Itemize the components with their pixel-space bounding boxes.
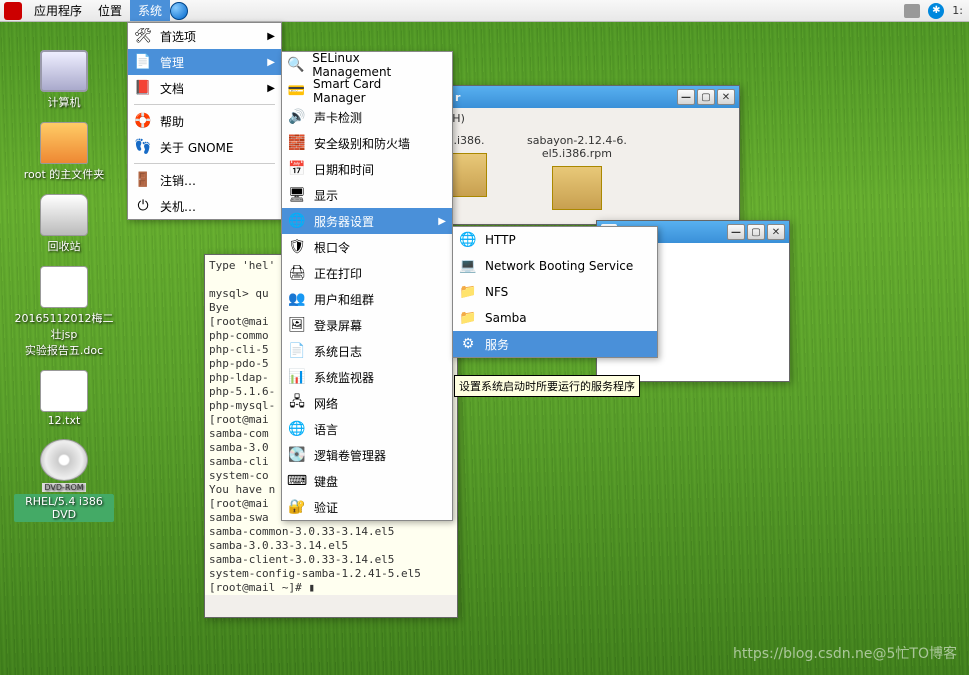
firewall-icon: 🧱 (286, 133, 308, 153)
network-icon: 🖧 (286, 393, 308, 413)
admin-submenu: 🔍SELinux Management 💳Smart Card Manager … (281, 51, 453, 521)
auth-icon: 🔐 (286, 497, 308, 517)
desktop-icon-txt[interactable]: 12.txt (14, 370, 114, 427)
menu-nfs[interactable]: 📁NFS (453, 279, 657, 305)
menu-applications[interactable]: 应用程序 (26, 0, 90, 21)
help-icon: 🛟 (132, 111, 154, 131)
watermark: https://blog.csdn.ne@5忙TO博客 (733, 643, 957, 663)
menu-users-groups[interactable]: 👥用户和组群 (282, 286, 452, 312)
menu-authentication[interactable]: 🔐验证 (282, 494, 452, 520)
prefs-icon: 🛠 (132, 26, 154, 46)
file-browser-titlebar[interactable]: r — ▢ ✕ (431, 86, 739, 108)
desktop-icon-computer[interactable]: 计算机 (14, 50, 114, 110)
log-icon: 📄 (286, 341, 308, 361)
menu-datetime[interactable]: 📅日期和时间 (282, 156, 452, 182)
logout-icon: 🚪 (132, 170, 154, 190)
password-icon: 🛡 (286, 237, 308, 257)
maximize-button[interactable]: ▢ (747, 224, 765, 240)
file-item[interactable]: sabayon-2.12.4-6.el5.i386.rpm (527, 134, 627, 216)
close-button[interactable]: ✕ (717, 89, 735, 105)
system-menu: 🛠首选项▶ 📄管理▶ 📕文档▶ 🛟帮助 👣关于 GNOME 🚪注销… ⏻关机… (127, 22, 282, 220)
menu-system-log[interactable]: 📄系统日志 (282, 338, 452, 364)
menu-places[interactable]: 位置 (90, 0, 130, 21)
power-icon: ⏻ (132, 196, 154, 216)
menu-system-monitor[interactable]: 📊系统监视器 (282, 364, 452, 390)
close-button[interactable]: ✕ (767, 224, 785, 240)
menu-docs[interactable]: 📕文档▶ (128, 75, 281, 101)
menu-server-settings[interactable]: 🌐服务器设置▶ (282, 208, 452, 234)
services-icon: ⚙ (457, 334, 479, 354)
minimize-button[interactable]: — (677, 89, 695, 105)
desktop-icon-home[interactable]: root 的主文件夹 (14, 122, 114, 182)
chevron-right-icon: ▶ (438, 216, 446, 227)
menu-root-password[interactable]: 🛡根口令 (282, 234, 452, 260)
samba-icon: 📁 (457, 308, 479, 328)
desktop-icons: 计算机 root 的主文件夹 回收站 20165112012梅二壮jsp实验报告… (14, 50, 114, 534)
menu-printing[interactable]: 🖨正在打印 (282, 260, 452, 286)
lvm-icon: 💽 (286, 445, 308, 465)
file-menu-help[interactable]: 助(H) (431, 108, 739, 128)
menu-smartcard[interactable]: 💳Smart Card Manager (282, 78, 452, 104)
desktop-icon-trash[interactable]: 回收站 (14, 194, 114, 254)
menu-security[interactable]: 🧱安全级别和防火墙 (282, 130, 452, 156)
clock[interactable]: 1: (952, 4, 963, 17)
printer-icon: 🖨 (286, 263, 308, 283)
desktop-icon-doc[interactable]: 20165112012梅二壮jsp实验报告五.doc (14, 266, 114, 358)
monitor-icon: 📊 (286, 367, 308, 387)
menu-login-screen[interactable]: 🖼登录屏幕 (282, 312, 452, 338)
language-icon: 🌐 (286, 419, 308, 439)
server-settings-submenu: 🌐HTTP 💻Network Booting Service 📁NFS 📁Sam… (452, 226, 658, 358)
chevron-right-icon: ▶ (267, 57, 275, 68)
selinux-icon: 🔍 (286, 55, 306, 75)
menu-network[interactable]: 🖧网络 (282, 390, 452, 416)
menu-about-gnome[interactable]: 👣关于 GNOME (128, 134, 281, 160)
keyboard-icon: ⌨ (286, 471, 308, 491)
maximize-button[interactable]: ▢ (697, 89, 715, 105)
nfs-icon: 📁 (457, 282, 479, 302)
menu-display[interactable]: 🖥显示 (282, 182, 452, 208)
admin-icon: 📄 (132, 52, 154, 72)
chevron-right-icon: ▶ (267, 31, 275, 42)
menu-system[interactable]: 系统 (130, 0, 170, 21)
desktop-icon-dvd[interactable]: DVD-ROMRHEL/5.4 i386 DVD (14, 439, 114, 522)
calendar-icon: 📅 (286, 159, 308, 179)
gnome-icon: 👣 (132, 137, 154, 157)
menu-keyboard[interactable]: ⌨键盘 (282, 468, 452, 494)
http-icon: 🌐 (457, 230, 479, 250)
login-icon: 🖼 (286, 315, 308, 335)
top-menubar: 应用程序 位置 系统 ✱ 1: (0, 0, 969, 22)
menu-samba[interactable]: 📁Samba (453, 305, 657, 331)
package-icon (552, 166, 602, 210)
tray-icon[interactable] (904, 4, 920, 18)
users-icon: 👥 (286, 289, 308, 309)
menu-help[interactable]: 🛟帮助 (128, 108, 281, 134)
tooltip: 设置系统启动时所要运行的服务程序 (454, 375, 640, 397)
menu-shutdown[interactable]: ⏻关机… (128, 193, 281, 219)
menu-logout[interactable]: 🚪注销… (128, 167, 281, 193)
bluetooth-icon[interactable]: ✱ (928, 3, 944, 19)
file-browser-window: r — ▢ ✕ 助(H) 26.i386. sabayon-2.12.4-6.e… (430, 85, 740, 225)
distro-icon (4, 2, 22, 20)
netboot-icon: 💻 (457, 256, 479, 276)
menu-http[interactable]: 🌐HTTP (453, 227, 657, 253)
menu-soundcard[interactable]: 🔊声卡检测 (282, 104, 452, 130)
server-icon: 🌐 (286, 211, 308, 231)
menu-selinux[interactable]: 🔍SELinux Management (282, 52, 452, 78)
menu-lvm[interactable]: 💽逻辑卷管理器 (282, 442, 452, 468)
menu-administration[interactable]: 📄管理▶ (128, 49, 281, 75)
smartcard-icon: 💳 (286, 81, 307, 101)
menu-language[interactable]: 🌐语言 (282, 416, 452, 442)
browser-launcher-icon[interactable] (170, 2, 188, 20)
menu-services[interactable]: ⚙服务 (453, 331, 657, 357)
minimize-button[interactable]: — (727, 224, 745, 240)
menu-preferences[interactable]: 🛠首选项▶ (128, 23, 281, 49)
sound-icon: 🔊 (286, 107, 308, 127)
display-icon: 🖥 (286, 185, 308, 205)
menu-network-boot[interactable]: 💻Network Booting Service (453, 253, 657, 279)
docs-icon: 📕 (132, 78, 154, 98)
chevron-right-icon: ▶ (267, 83, 275, 94)
